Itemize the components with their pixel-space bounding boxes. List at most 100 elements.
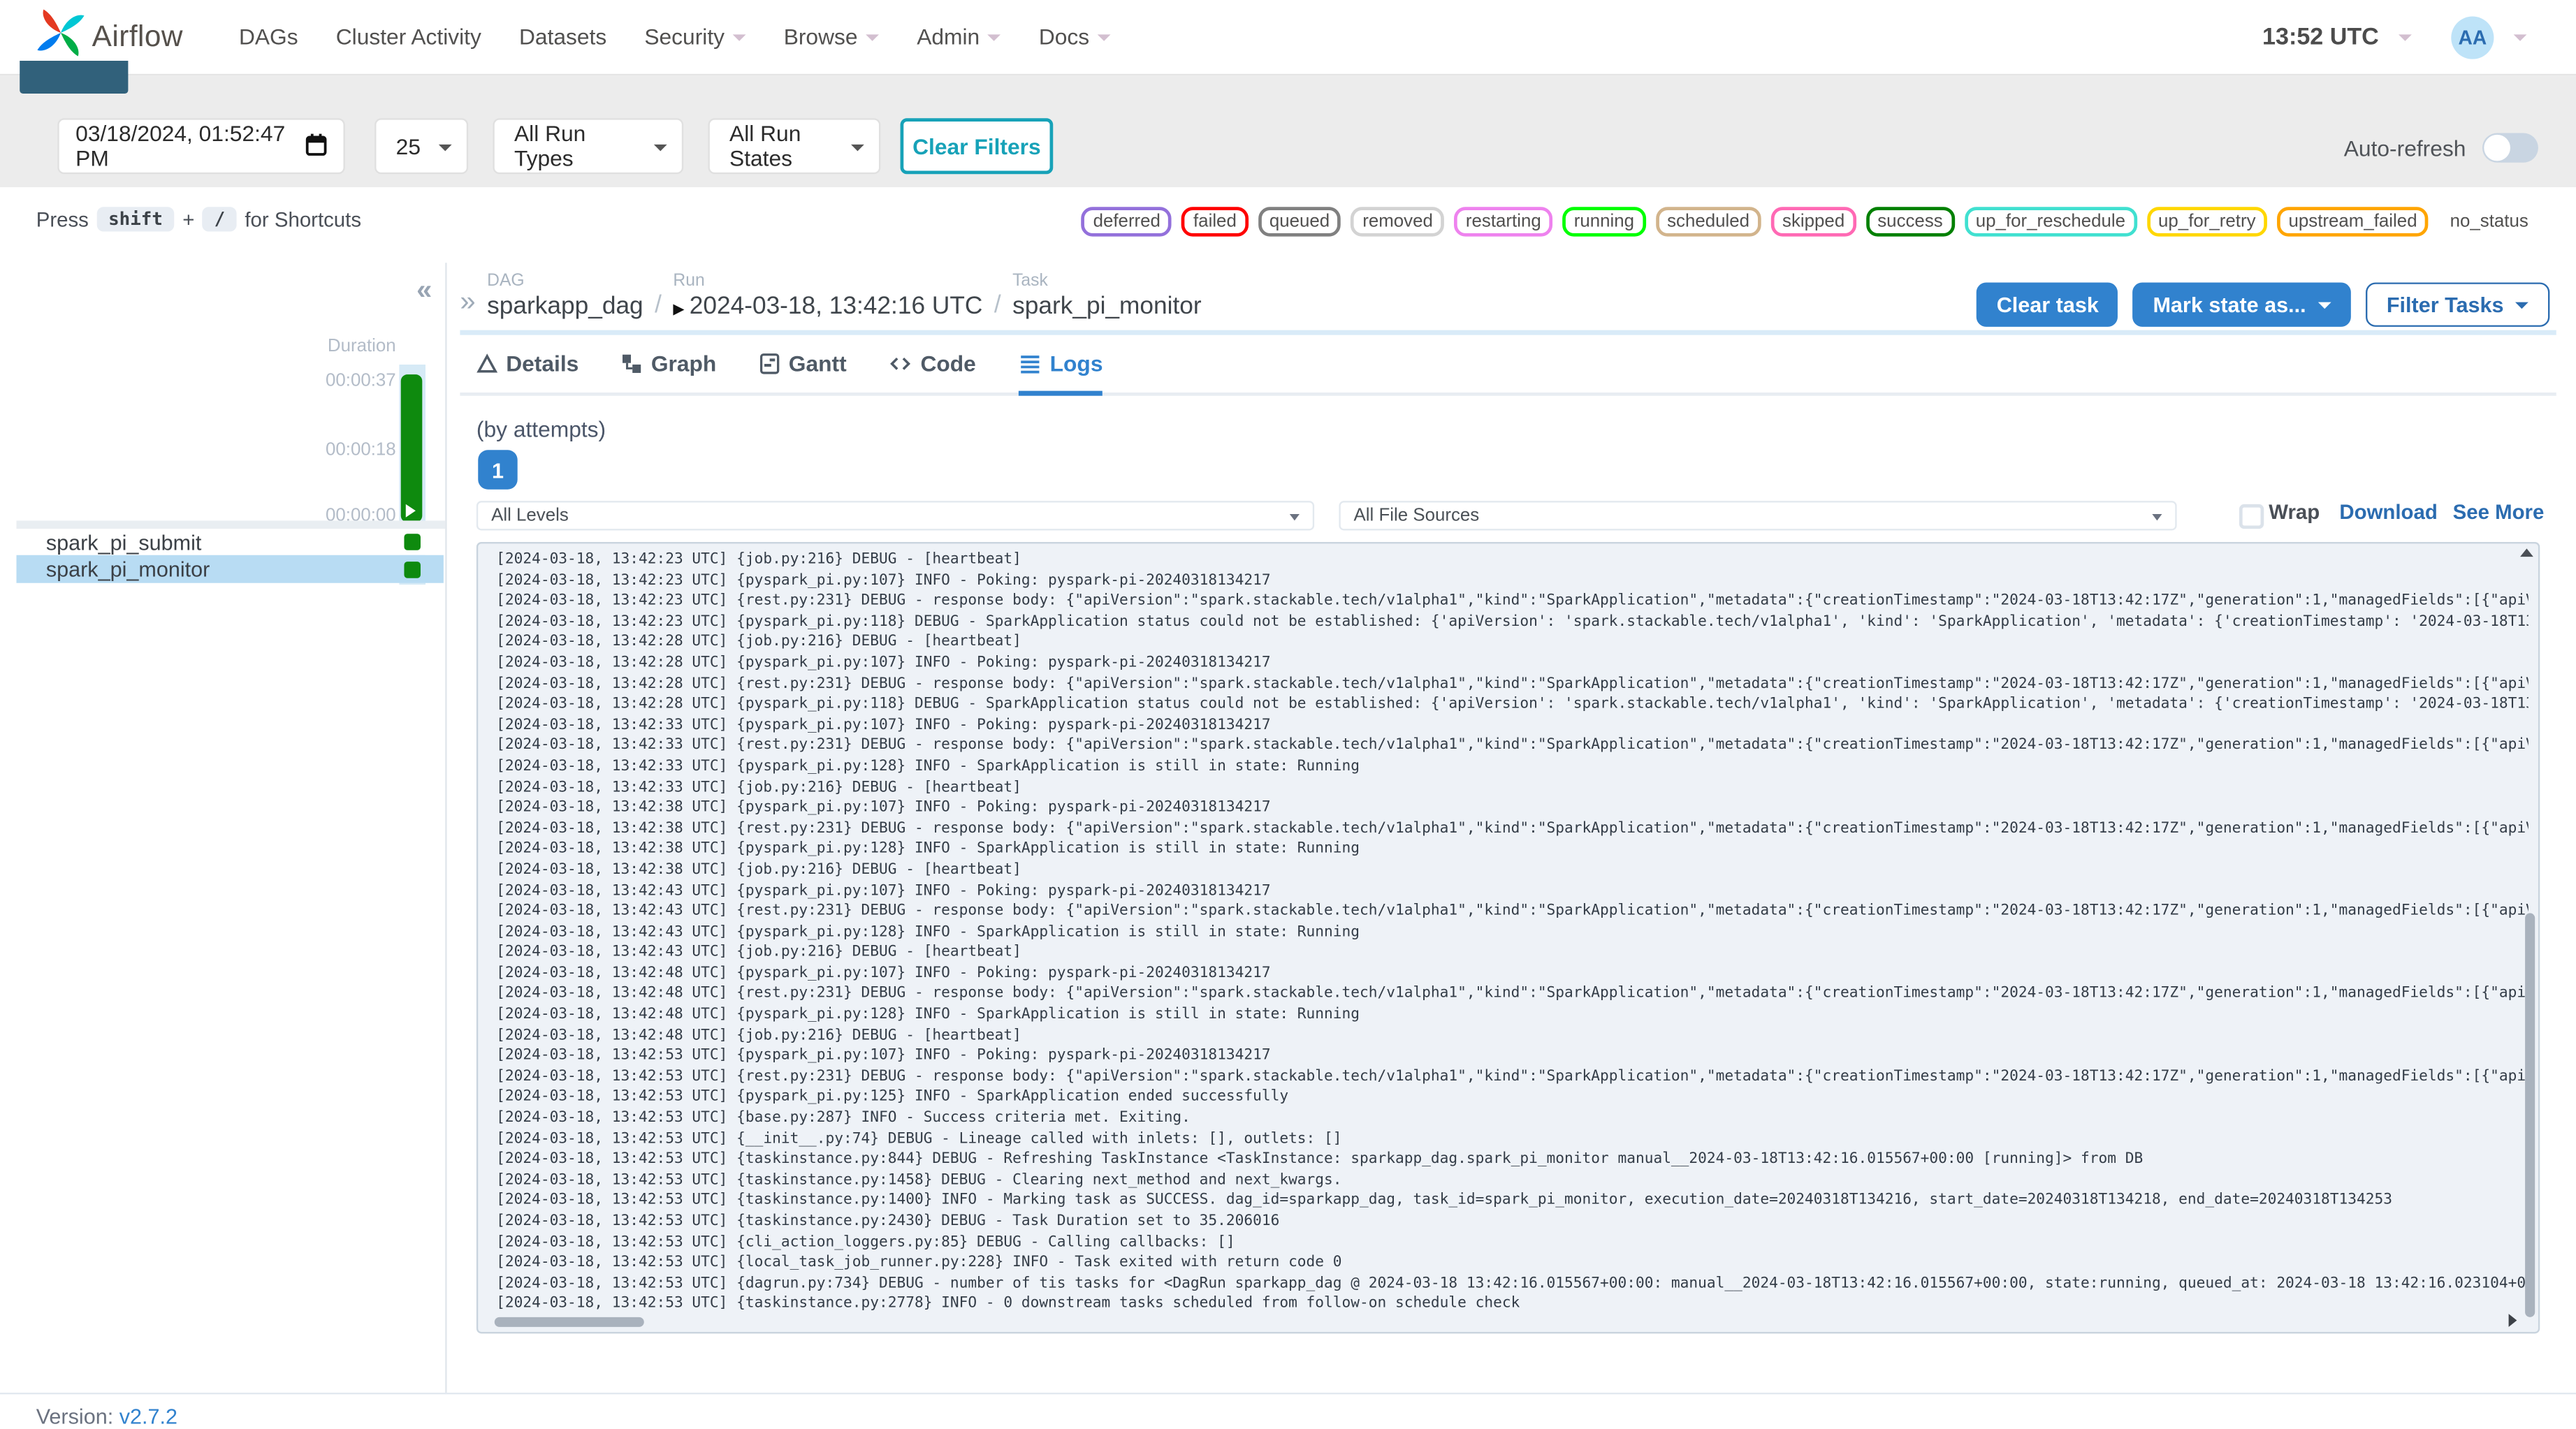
plus-sign: + [182,207,195,231]
log-line: [2024-03-18, 13:42:53 UTC] {taskinstance… [496,1151,2144,1168]
filter-tasks-button[interactable]: Filter Tasks [2365,282,2550,327]
state-badge[interactable]: up_for_reschedule [1964,207,2137,237]
breadcrumb-run[interactable]: Run ▶ 2024-03-18, 13:42:16 UTC [673,271,982,321]
date-filter-input[interactable]: 03/18/2024, 01:52:47 PM [57,118,345,175]
scroll-up-arrow-icon[interactable] [2520,548,2533,557]
version-link[interactable]: v2.7.2 [119,1404,177,1428]
tab-logs[interactable]: Logs [1018,346,1103,396]
state-badge[interactable]: deferred [1082,207,1172,237]
details-icon [476,353,498,375]
date-filter-value: 03/18/2024, 01:52:47 PM [75,122,286,171]
brand-name: Airflow [92,20,183,53]
tab-gantt[interactable]: Gantt [759,346,847,396]
breadcrumb-dag[interactable]: DAG sparkapp_dag [487,271,643,321]
state-badge[interactable]: scheduled [1655,207,1761,237]
download-link[interactable]: Download [2339,501,2437,524]
run-types-select[interactable]: All Run Types [493,118,684,175]
clear-task-button[interactable]: Clear task [1977,282,2119,327]
log-line: [2024-03-18, 13:42:48 UTC] {pyspark_pi.p… [496,1006,1360,1024]
breadcrumb-separator: / [994,291,1001,319]
mark-state-button[interactable]: Mark state as... [2133,282,2351,327]
duration-tick: 00:00:37 [325,371,396,391]
nav-menu-item[interactable]: Cluster Activity [336,24,481,49]
dag-run-duration-bar[interactable] [400,374,423,522]
task-name: spark_pi_monitor [45,557,210,582]
toggle-knob [2484,134,2510,161]
log-line: [2024-03-18, 13:42:43 UTC] {pyspark_pi.p… [496,882,1271,900]
task-row-spark-pi-submit[interactable]: spark_pi_submit [16,529,444,555]
task-state-square[interactable] [404,561,421,578]
nav-menu-item[interactable]: Security [644,24,745,49]
breadcrumb-task[interactable]: Task spark_pi_monitor [1012,271,1202,321]
task-state-square[interactable] [404,534,421,550]
vertical-scrollbar-thumb[interactable] [2524,913,2535,1317]
log-line: [2024-03-18, 13:42:23 UTC] {pyspark_pi.p… [496,572,1271,589]
tab-details[interactable]: Details [476,346,578,396]
log-line: [2024-03-18, 13:42:43 UTC] {pyspark_pi.p… [496,924,1360,941]
horizontal-scrollbar-thumb[interactable] [494,1317,644,1327]
state-badge[interactable]: running [1562,207,1646,237]
log-line: [2024-03-18, 13:42:28 UTC] {pyspark_pi.p… [496,655,1271,672]
tab-code[interactable]: Code [889,346,976,396]
breadcrumb-task-label: Task [1012,270,1048,291]
nav-menu-item[interactable]: DAGs [239,24,298,49]
breadcrumb-task-value: spark_pi_monitor [1012,292,1202,321]
breadcrumb-run-label: Run [673,270,705,291]
log-level-select[interactable]: All Levels [476,501,1315,531]
auto-refresh-control: Auto-refresh [2343,133,2538,163]
log-line: [2024-03-18, 13:42:53 UTC] {dagrun.py:73… [496,1275,2528,1293]
state-badge[interactable]: no_status [2438,207,2540,237]
nav-menu-item[interactable]: Docs [1039,24,1111,49]
log-line: [2024-03-18, 13:42:23 UTC] {rest.py:231}… [496,593,2528,610]
filter-bar: 03/18/2024, 01:52:47 PM 25 All Run Types… [0,75,2576,188]
state-badge[interactable]: upstream_failed [2277,207,2429,237]
manual-run-icon: ▶ [673,300,685,317]
by-attempts-label: (by attempts) [476,417,606,442]
state-badge[interactable]: success [1865,207,1955,237]
wrap-label: Wrap [2269,501,2320,525]
log-line: [2024-03-18, 13:42:33 UTC] {rest.py:231}… [496,738,2528,755]
file-source-select[interactable]: All File Sources [1339,501,2177,531]
state-badge[interactable]: restarting [1454,207,1553,237]
nav-menu-item[interactable]: Admin [917,24,1001,49]
tab-graph[interactable]: Graph [621,346,716,396]
auto-refresh-toggle[interactable] [2482,133,2538,163]
see-more-link[interactable]: See More [2453,501,2545,524]
log-line: [2024-03-18, 13:42:53 UTC] {taskinstance… [496,1213,1280,1231]
navbar-right: 13:52 UTC AA [2262,15,2549,59]
log-line: [2024-03-18, 13:42:38 UTC] {job.py:216} … [496,862,1021,879]
breadcrumb-separator: / [655,291,662,319]
attempt-1-button[interactable]: 1 [478,450,518,490]
shift-key-chip: shift [96,207,175,232]
task-row-spark-pi-monitor[interactable]: spark_pi_monitor [16,555,444,583]
log-line: [2024-03-18, 13:42:38 UTC] {rest.py:231}… [496,821,2528,837]
clock-dropdown[interactable]: 13:52 UTC [2262,24,2379,50]
state-badge[interactable]: up_for_retry [2146,207,2267,237]
log-line: [2024-03-18, 13:42:28 UTC] {rest.py:231}… [496,675,2528,693]
state-badge[interactable]: removed [1351,207,1445,237]
run-play-icon [405,504,416,518]
state-badge[interactable]: queued [1258,207,1341,237]
slash-key-chip: / [203,207,237,232]
avatar[interactable]: AA [2451,15,2494,59]
log-line: [2024-03-18, 13:42:53 UTC] {taskinstance… [496,1172,1342,1189]
state-badge[interactable]: skipped [1770,207,1856,237]
navbar: Airflow DAGs Cluster Activity Datasets Secu… [0,0,2576,76]
page-size-select[interactable]: 25 [374,118,469,175]
state-badge[interactable]: failed [1181,207,1249,237]
nav-menu-item[interactable]: Datasets [519,24,606,49]
clear-filters-button[interactable]: Clear Filters [900,118,1054,175]
collapse-sidebar-icon[interactable]: « [416,276,432,304]
log-line: [2024-03-18, 13:42:33 UTC] {job.py:216} … [496,779,1021,796]
log-line: [2024-03-18, 13:42:53 UTC] {pyspark_pi.p… [496,1048,1271,1065]
airflow-brand[interactable]: Airflow [36,5,183,69]
sidebar-divider [16,520,446,529]
log-line: [2024-03-18, 13:42:53 UTC] {cli_action_l… [496,1234,1235,1251]
wrap-checkbox[interactable] [2239,504,2264,529]
run-states-select[interactable]: All Run States [708,118,881,175]
breadcrumb-chevrons-icon[interactable]: » [460,287,475,315]
scroll-right-arrow-icon[interactable] [2508,1314,2517,1327]
scrolled-button-fragment[interactable] [20,61,129,94]
auto-refresh-label: Auto-refresh [2343,135,2466,161]
nav-menu-item[interactable]: Browse [784,24,879,49]
